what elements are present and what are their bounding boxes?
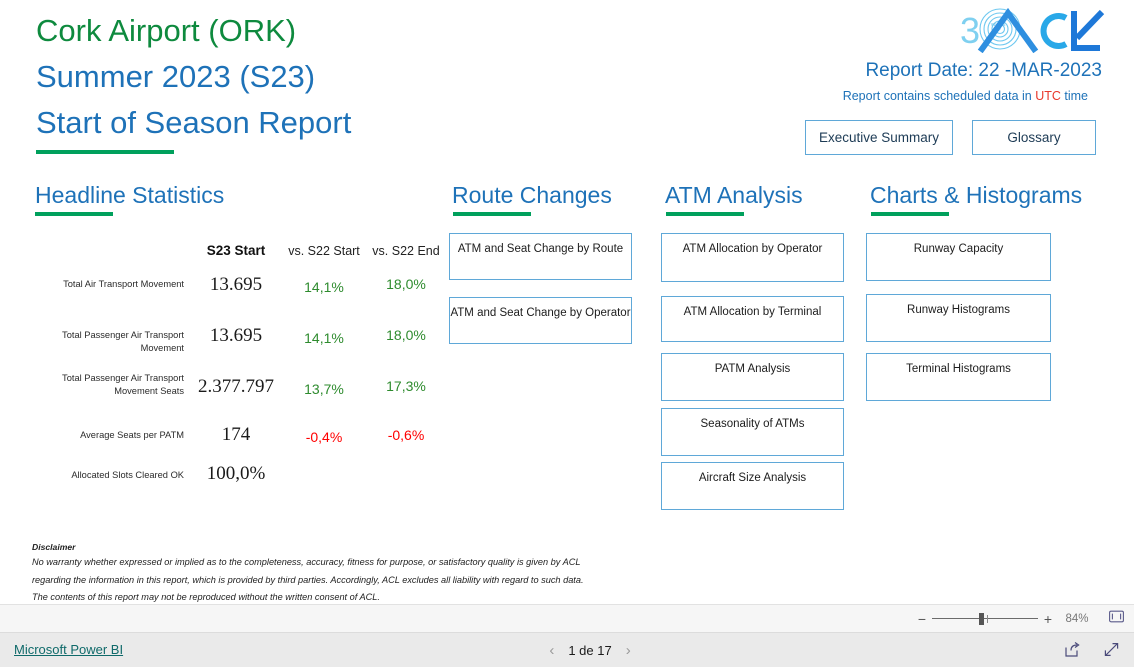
stat-row-label: Allocated Slots Cleared OK xyxy=(71,470,184,480)
microsoft-power-bi-link[interactable]: Microsoft Power BI xyxy=(14,642,123,657)
zoom-slider-thumb[interactable] xyxy=(979,612,984,625)
footer-actions xyxy=(1064,641,1120,663)
table-row: Total Air Transport Movement 13.695 14,1… xyxy=(24,274,444,317)
disclaimer-line-2: regarding the information in this report… xyxy=(32,574,584,585)
table-row: Allocated Slots Cleared OK 100,0% xyxy=(24,463,444,498)
table-row: Total Passenger Air Transport Movement 1… xyxy=(24,325,444,368)
stat-row-label: Total Passenger Air Transport Movement xyxy=(62,330,184,353)
section-rule-charts-histograms xyxy=(871,212,949,216)
stat-row-vs-start: -0,4% xyxy=(305,429,343,445)
nav-card-atm-seat-change-by-operator[interactable]: ATM and Seat Change by Operator xyxy=(449,297,632,344)
report-sub-prefix: Report contains scheduled data in xyxy=(842,89,1036,103)
column-header-s23-start: S23 Start xyxy=(206,243,266,258)
report-title-line1: Cork Airport (ORK) xyxy=(36,13,297,48)
nav-card-atm-seat-change-by-route[interactable]: ATM and Seat Change by Route xyxy=(449,233,632,280)
stat-row-label: Average Seats per PATM xyxy=(80,430,184,440)
nav-card-seasonality-of-atms[interactable]: Seasonality of ATMs xyxy=(661,408,844,456)
nav-card-atm-allocation-by-operator[interactable]: ATM Allocation by Operator xyxy=(661,233,844,282)
next-page-icon[interactable]: › xyxy=(626,642,631,659)
stat-row-value: 100,0% xyxy=(206,463,266,484)
zoom-percentage-label: 84% xyxy=(1065,612,1089,625)
table-row: Total Passenger Air Transport Movement S… xyxy=(24,370,444,420)
glossary-button[interactable]: Glossary xyxy=(972,120,1096,155)
zoom-slider-track xyxy=(932,617,1038,619)
stat-row-vs-end: 18,0% xyxy=(386,276,426,292)
stat-row-label: Total Passenger Air Transport Movement S… xyxy=(62,373,184,396)
zoom-toolbar: − + 84% xyxy=(0,604,1134,633)
report-title-line3: Start of Season Report xyxy=(36,105,352,140)
title-underline-rule xyxy=(36,150,174,154)
stat-row-vs-end: -0,6% xyxy=(387,427,425,443)
acl-logo: YEARS OF 3 xyxy=(938,3,1110,54)
report-footer: Microsoft Power BI ‹ 1 de 17 › xyxy=(0,633,1134,667)
disclaimer-block: Disclaimer No warranty whether expressed… xyxy=(32,540,732,607)
section-heading-charts-histograms: Charts & Histograms xyxy=(870,182,1083,208)
stat-row-label: Total Air Transport Movement xyxy=(63,279,184,289)
section-heading-atm-analysis: ATM Analysis xyxy=(665,182,803,208)
column-header-vs-s22-start: vs. S22 Start xyxy=(288,244,360,258)
previous-page-icon[interactable]: ‹ xyxy=(549,642,554,659)
stat-row-vs-start: 13,7% xyxy=(304,381,344,397)
fullscreen-icon[interactable] xyxy=(1103,641,1120,663)
page-navigator: ‹ 1 de 17 › xyxy=(530,642,650,659)
section-rule-route-changes xyxy=(453,212,531,216)
share-icon[interactable] xyxy=(1064,641,1081,663)
stat-row-vs-start: 14,1% xyxy=(304,279,344,295)
svg-text:3: 3 xyxy=(960,10,980,51)
report-sub-suffix: time xyxy=(1060,89,1088,103)
stat-row-value: 2.377.797 xyxy=(198,376,274,397)
zoom-out-button[interactable]: − xyxy=(914,611,930,627)
section-rule-headline-statistics xyxy=(35,212,113,216)
column-header-vs-s22-end: vs. S22 End xyxy=(372,244,440,258)
zoom-slider[interactable] xyxy=(932,612,1038,626)
nav-card-patm-analysis[interactable]: PATM Analysis xyxy=(661,353,844,401)
zoom-slider-tick xyxy=(987,614,988,623)
nav-card-runway-capacity[interactable]: Runway Capacity xyxy=(866,233,1051,281)
stat-row-value: 13.695 xyxy=(209,325,263,346)
nav-card-terminal-histograms[interactable]: Terminal Histograms xyxy=(866,353,1051,401)
report-subtitle: Report contains scheduled data in UTC ti… xyxy=(843,89,1088,103)
stat-row-value: 174 xyxy=(221,424,251,445)
section-heading-route-changes: Route Changes xyxy=(452,182,612,208)
report-title-block: Cork Airport (ORK) Summer 2023 (S23) Sta… xyxy=(36,8,351,146)
report-title-line2: Summer 2023 (S23) xyxy=(36,59,316,94)
report-date: Report Date: 22 -MAR-2023 xyxy=(865,60,1102,81)
table-row: Average Seats per PATM 174 -0,4% -0,6% xyxy=(24,424,444,458)
zoom-in-button[interactable]: + xyxy=(1040,611,1056,627)
section-rule-atm-analysis xyxy=(666,212,744,216)
nav-card-aircraft-size-analysis[interactable]: Aircraft Size Analysis xyxy=(661,462,844,510)
executive-summary-button[interactable]: Executive Summary xyxy=(805,120,953,155)
nav-card-runway-histograms[interactable]: Runway Histograms xyxy=(866,294,1051,342)
page-indicator-label: 1 de 17 xyxy=(568,643,612,658)
power-bi-report-viewer: Cork Airport (ORK) Summer 2023 (S23) Sta… xyxy=(0,0,1134,667)
disclaimer-heading: Disclaimer xyxy=(32,542,76,552)
section-heading-headline-statistics: Headline Statistics xyxy=(35,182,225,208)
stat-row-vs-start: 14,1% xyxy=(304,330,344,346)
fit-to-page-icon[interactable] xyxy=(1098,610,1134,628)
report-canvas: Cork Airport (ORK) Summer 2023 (S23) Sta… xyxy=(0,0,1134,604)
disclaimer-line-1: No warranty whether expressed or implied… xyxy=(32,557,581,567)
stat-row-vs-end: 17,3% xyxy=(386,378,426,394)
stat-row-value: 13.695 xyxy=(209,274,263,295)
report-sub-utc: UTC xyxy=(1035,89,1061,103)
stat-row-vs-end: 18,0% xyxy=(386,327,426,343)
nav-card-atm-allocation-by-terminal[interactable]: ATM Allocation by Terminal xyxy=(661,296,844,342)
